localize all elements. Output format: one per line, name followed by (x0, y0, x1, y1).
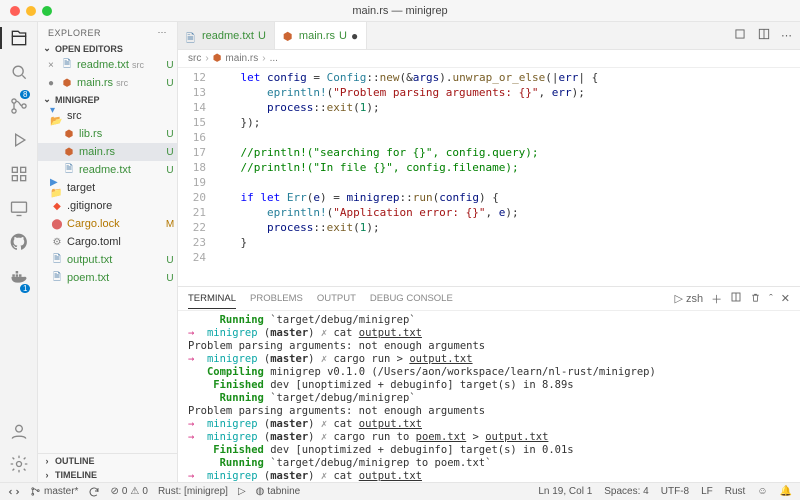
file-icon: 🗎 (62, 163, 76, 177)
file-icon: ◆ (50, 199, 64, 213)
close-icon[interactable]: × (48, 60, 60, 71)
open-editor-item[interactable]: ×🗎readme.txt srcU (38, 56, 177, 74)
outline-section[interactable]: ›OUTLINE (38, 454, 177, 468)
file-item[interactable]: ⬤Cargo.lockM (38, 215, 177, 233)
editor-tab[interactable]: 🗎readme.txtU (178, 22, 275, 49)
editor-tab[interactable]: ⬢main.rsU● (275, 22, 367, 49)
activity-extensions-icon[interactable] (9, 164, 29, 184)
file-item[interactable]: 🗎poem.txtU (38, 269, 177, 287)
terminal-output[interactable]: Running `target/debug/minigrep` → minigr… (178, 311, 800, 482)
panel-tab-terminal[interactable]: TERMINAL (188, 293, 236, 309)
status-tabnine[interactable]: ◍ tabnine (256, 486, 301, 497)
status-branch[interactable]: master* (30, 486, 78, 497)
status-rust-project[interactable]: Rust: [minigrep] (158, 486, 228, 497)
activity-remote-icon[interactable] (9, 198, 29, 218)
status-eol[interactable]: LF (701, 486, 713, 497)
panel-tab-problems[interactable]: PROBLEMS (250, 293, 303, 304)
terminal-split-icon[interactable] (730, 291, 742, 306)
file-icon: 🗎 (60, 58, 74, 72)
run-button-icon[interactable] (733, 27, 747, 44)
status-remote-icon[interactable] (8, 486, 20, 498)
close-window-button[interactable] (10, 6, 20, 16)
activity-scm-icon[interactable] (9, 96, 29, 116)
file-icon: ⬢ (62, 145, 76, 159)
file-icon: ▶ 📁 (50, 181, 64, 195)
activity-account-icon[interactable] (9, 422, 29, 442)
folder-item[interactable]: ▾ 📂src (38, 107, 177, 125)
status-sync-icon[interactable] (88, 486, 100, 498)
docker-badge: 1 (20, 284, 30, 293)
open-editors-section[interactable]: ⌄OPEN EDITORS (38, 41, 177, 56)
status-problems[interactable]: ⊘ 0 ⚠ 0 (110, 486, 147, 497)
terminal-kill-icon[interactable] (750, 292, 761, 306)
file-icon: ▾ 📂 (50, 109, 64, 123)
file-icon: ⚙ (50, 235, 64, 249)
file-icon: ⬤ (50, 217, 64, 231)
file-icon: ⬢ (62, 127, 76, 141)
activity-explorer-icon[interactable] (9, 28, 29, 48)
editor-tabs: 🗎readme.txtU⬢main.rsU● ⋯ (178, 22, 800, 50)
panel-close-icon[interactable]: ✕ (781, 292, 790, 305)
explorer-more-icon[interactable]: ⋯ (158, 27, 168, 38)
terminal-panel: TERMINAL PROBLEMS OUTPUT DEBUG CONSOLE ▷… (178, 286, 800, 482)
terminal-launch-profile[interactable]: ▷ zsh (674, 292, 703, 305)
code-editor[interactable]: 12 13 14 15 16 17 18 19 20 21 22 23 24 l… (178, 68, 800, 286)
folder-item[interactable]: ▶ 📁target (38, 179, 177, 197)
file-item[interactable]: ⬢lib.rsU (38, 125, 177, 143)
activity-settings-icon[interactable] (9, 454, 29, 474)
status-spaces[interactable]: Spaces: 4 (604, 486, 648, 497)
activity-debug-icon[interactable] (9, 130, 29, 150)
file-icon: ⬢ (60, 76, 74, 90)
more-actions-icon[interactable]: ⋯ (781, 29, 792, 42)
file-icon: 🗎 (50, 253, 64, 267)
file-item[interactable]: ⚙Cargo.toml (38, 233, 177, 251)
explorer-sidebar: EXPLORER ⋯ ⌄OPEN EDITORS ×🗎readme.txt sr… (38, 22, 178, 482)
file-icon: 🗎 (186, 30, 198, 42)
panel-tab-debug[interactable]: DEBUG CONSOLE (370, 293, 453, 304)
window-titlebar: main.rs — minigrep (0, 0, 800, 22)
status-run-icon[interactable]: ▷ (238, 486, 246, 497)
terminal-new-icon[interactable]: ＋ (711, 291, 722, 307)
timeline-section[interactable]: ›TIMELINE (38, 468, 177, 482)
maximize-window-button[interactable] (42, 6, 52, 16)
file-icon: 🗎 (50, 271, 64, 285)
scm-badge: 8 (20, 90, 30, 99)
panel-tab-output[interactable]: OUTPUT (317, 293, 356, 304)
activity-docker-icon[interactable] (9, 266, 29, 286)
split-editor-icon[interactable] (757, 27, 771, 44)
breadcrumbs[interactable]: src› ⬢main.rs› ... (178, 50, 800, 68)
dirty-icon[interactable]: ● (48, 78, 60, 89)
explorer-title: EXPLORER (48, 28, 101, 38)
activity-search-icon[interactable] (9, 62, 29, 82)
status-language[interactable]: Rust (725, 486, 746, 497)
activity-bar: 8 1 (0, 22, 38, 482)
status-bar: master* ⊘ 0 ⚠ 0 Rust: [minigrep] ▷ ◍ tab… (0, 482, 800, 500)
activity-github-icon[interactable] (9, 232, 29, 252)
file-item[interactable]: ◆.gitignore (38, 197, 177, 215)
status-feedback-icon[interactable]: ☺ (757, 486, 767, 497)
file-item[interactable]: ⬢main.rsU (38, 143, 177, 161)
dirty-icon: ● (351, 29, 358, 43)
file-icon: ⬢ (283, 30, 295, 42)
panel-maximize-icon[interactable]: ˆ (769, 293, 773, 305)
file-item[interactable]: 🗎output.txtU (38, 251, 177, 269)
status-encoding[interactable]: UTF-8 (661, 486, 689, 497)
open-editor-item[interactable]: ●⬢main.rs srcU (38, 74, 177, 92)
minimize-window-button[interactable] (26, 6, 36, 16)
project-section[interactable]: ⌄MINIGREP (38, 92, 177, 107)
status-notifications-icon[interactable]: 🔔 (780, 486, 792, 497)
window-title: main.rs — minigrep (352, 5, 447, 17)
status-cursor[interactable]: Ln 19, Col 1 (538, 486, 592, 497)
